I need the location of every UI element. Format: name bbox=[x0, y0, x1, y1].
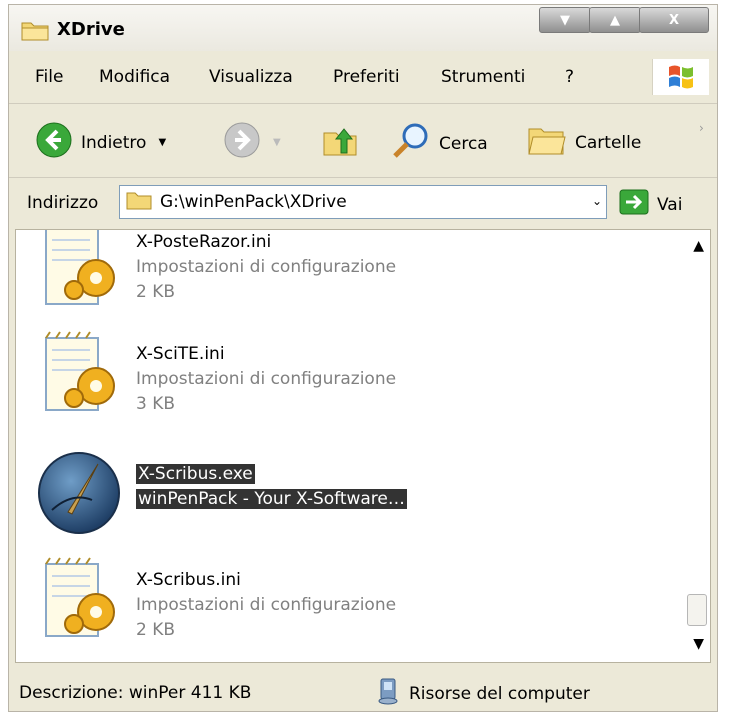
status-description: Descrizione: winPer 411 KB bbox=[19, 683, 252, 703]
list-item[interactable]: X-Scribus.ini Impostazioni di configuraz… bbox=[36, 556, 656, 656]
list-item[interactable]: X-PosteRazor.ini Impostazioni di configu… bbox=[36, 230, 656, 330]
menu-modifica[interactable]: Modifica bbox=[99, 67, 170, 87]
windows-logo-icon bbox=[652, 59, 709, 95]
menu-help[interactable]: ? bbox=[565, 67, 574, 87]
address-input[interactable]: G:\winPenPack\XDrive ⌄ bbox=[119, 185, 607, 219]
vertical-scrollbar[interactable]: ▲ ▼ bbox=[686, 230, 710, 662]
address-bar: Indirizzo G:\winPenPack\XDrive ⌄ Vai bbox=[9, 179, 717, 227]
forward-arrow-icon bbox=[223, 121, 261, 164]
menu-preferiti[interactable]: Preferiti bbox=[333, 67, 400, 87]
config-file-icon bbox=[36, 230, 122, 321]
list-item[interactable]: X-SciTE.ini Impostazioni di configurazio… bbox=[36, 330, 656, 430]
file-name: X-Scribus.ini bbox=[136, 570, 241, 590]
status-bar: Descrizione: winPer 411 KB Risorse del c… bbox=[9, 669, 717, 711]
back-arrow-icon bbox=[35, 121, 73, 164]
toolbar-overflow-icon[interactable]: › bbox=[699, 121, 704, 135]
folder-icon bbox=[21, 19, 49, 46]
chevron-down-icon[interactable]: ▼ bbox=[158, 137, 166, 148]
chevron-down-icon[interactable]: ▼ bbox=[273, 137, 281, 148]
status-location: Risorse del computer bbox=[375, 677, 590, 710]
file-size: 2 KB bbox=[136, 282, 176, 302]
up-folder-button[interactable] bbox=[321, 121, 359, 164]
go-button[interactable]: Vai bbox=[619, 189, 682, 220]
window-title: XDrive bbox=[57, 19, 125, 40]
status-location-label: Risorse del computer bbox=[409, 683, 590, 704]
file-size: 3 KB bbox=[136, 394, 176, 414]
forward-button[interactable]: ▼ bbox=[223, 121, 281, 164]
folders-label: Cartelle bbox=[575, 132, 642, 153]
search-icon bbox=[391, 121, 431, 166]
scroll-thumb[interactable] bbox=[687, 594, 707, 626]
address-label: Indirizzo bbox=[27, 193, 99, 213]
menu-bar: File Modifica Visualizza Preferiti Strum… bbox=[9, 53, 717, 104]
computer-icon bbox=[375, 677, 401, 710]
file-name: X-PosteRazor.ini bbox=[136, 232, 272, 252]
maximize-button[interactable]: ▲ bbox=[589, 7, 641, 33]
file-list: X-PosteRazor.ini Impostazioni di configu… bbox=[15, 229, 711, 663]
back-button[interactable]: Indietro ▼ bbox=[35, 121, 166, 164]
explorer-window: XDrive ▼ ▲ X File Modifica Visualizza Pr… bbox=[8, 4, 718, 712]
back-label: Indietro bbox=[81, 132, 147, 153]
folder-up-icon bbox=[321, 121, 359, 164]
toolbar: Indietro ▼ ▼ Cerca Cartelle › bbox=[9, 105, 717, 178]
file-name: X-SciTE.ini bbox=[136, 344, 225, 364]
file-type: Impostazioni di configurazione bbox=[136, 369, 397, 389]
minimize-button[interactable]: ▼ bbox=[539, 7, 591, 33]
folder-icon bbox=[126, 190, 152, 215]
go-label: Vai bbox=[657, 194, 683, 215]
scroll-up-icon[interactable]: ▲ bbox=[693, 238, 704, 254]
close-icon: X bbox=[668, 12, 680, 28]
file-size: 2 KB bbox=[136, 620, 176, 640]
close-button[interactable]: X bbox=[639, 7, 709, 33]
maximize-icon: ▲ bbox=[610, 12, 620, 28]
title-bar[interactable]: XDrive ▼ ▲ X bbox=[9, 5, 717, 51]
file-description: winPenPack - Your X-Software… bbox=[136, 489, 407, 509]
scroll-down-icon[interactable]: ▼ bbox=[693, 636, 704, 652]
scribus-app-icon bbox=[36, 450, 122, 541]
folders-button[interactable]: Cartelle bbox=[527, 121, 641, 164]
list-item-selected[interactable]: X-Scribus.exe winPenPack - Your X-Softwa… bbox=[36, 450, 656, 550]
chevron-down-icon[interactable]: ⌄ bbox=[592, 194, 602, 208]
search-button[interactable]: Cerca bbox=[391, 121, 488, 166]
config-file-icon bbox=[36, 330, 122, 421]
menu-visualizza[interactable]: Visualizza bbox=[209, 67, 293, 87]
address-path: G:\winPenPack\XDrive bbox=[160, 192, 347, 212]
menu-file[interactable]: File bbox=[35, 67, 63, 87]
folders-icon bbox=[527, 121, 567, 164]
file-name: X-Scribus.exe bbox=[136, 464, 255, 484]
search-label: Cerca bbox=[439, 133, 488, 154]
file-type: Impostazioni di configurazione bbox=[136, 257, 397, 277]
minimize-icon: ▼ bbox=[560, 12, 570, 28]
menu-strumenti[interactable]: Strumenti bbox=[441, 67, 525, 87]
config-file-icon bbox=[36, 556, 122, 647]
file-type: Impostazioni di configurazione bbox=[136, 595, 397, 615]
go-arrow-icon bbox=[619, 189, 649, 220]
